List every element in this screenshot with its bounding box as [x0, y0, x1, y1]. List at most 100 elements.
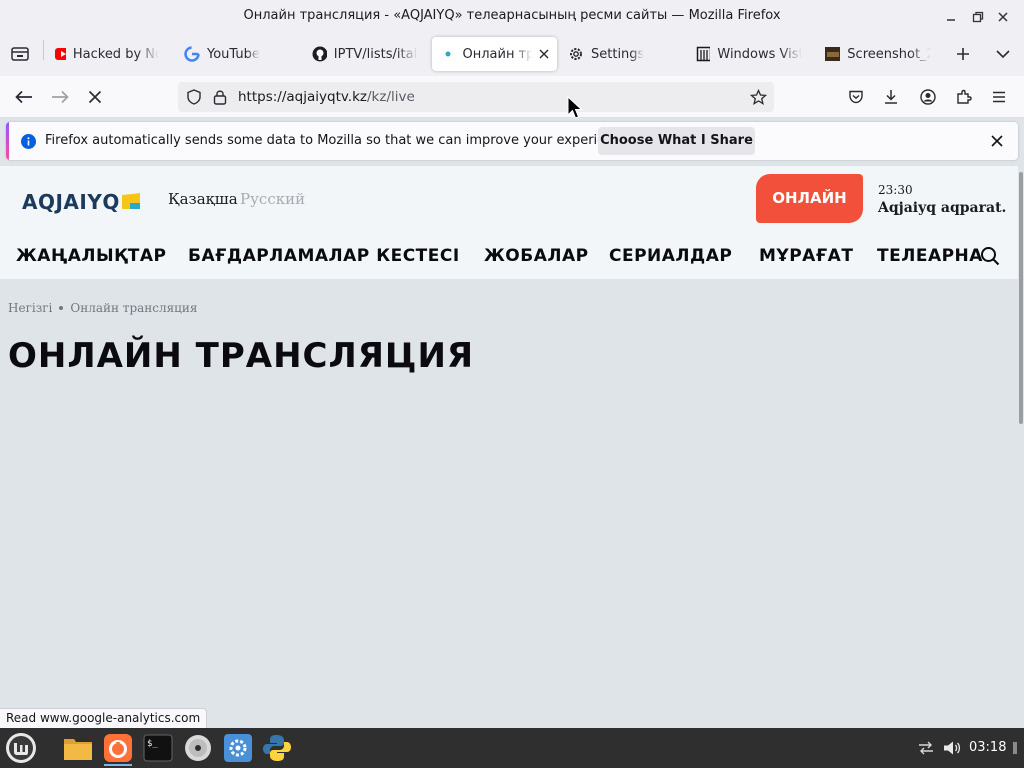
- terminal-app[interactable]: $_: [140, 730, 176, 766]
- url-path: /kz/live: [367, 89, 415, 105]
- pocket-icon: [849, 90, 863, 104]
- tab-label: Screenshot_2: [847, 46, 931, 62]
- mint-menu-icon: [6, 733, 36, 763]
- breadcrumb-current: Онлайн трансляция: [70, 301, 198, 315]
- github-icon: [312, 46, 327, 62]
- bookmark-star-icon[interactable]: [750, 89, 767, 105]
- tab-screenshot[interactable]: Screenshot_2: [817, 37, 939, 71]
- tab-youtube[interactable]: YouTube: [176, 37, 298, 71]
- python-app[interactable]: [259, 730, 295, 766]
- building-icon: [696, 46, 711, 62]
- site-header: AQJAIYQ Қазақша Русский ОНЛАЙН 23:30 Aqj…: [0, 166, 1018, 279]
- scrollbar-thumb[interactable]: [1019, 172, 1023, 424]
- settings-app[interactable]: [220, 730, 256, 766]
- google-icon: [184, 46, 200, 62]
- disc-icon: [185, 735, 211, 761]
- close-notification-icon[interactable]: [991, 135, 1003, 147]
- tab-iptv[interactable]: IPTV/lists/italy: [304, 37, 426, 71]
- plus-icon: [957, 48, 969, 60]
- tab-separator: [43, 40, 44, 60]
- tab-overview-button[interactable]: [6, 40, 34, 68]
- puzzle-icon: [957, 89, 972, 104]
- chevron-down-icon: [996, 50, 1010, 59]
- tab-hacked[interactable]: Hacked by Noname: [47, 37, 167, 71]
- menu-item-archive[interactable]: МҰРАҒАТ: [759, 246, 853, 266]
- files-app[interactable]: [60, 730, 96, 766]
- data-sharing-notification: Firefox automatically sends some data to…: [6, 122, 1018, 160]
- main-menu: ЖАҢАЛЫҚТАР БАҒДАРЛАМАЛАР КЕСТЕСІ ЖОБАЛАР…: [16, 246, 986, 270]
- close-icon: [998, 12, 1008, 22]
- stop-loading-button[interactable]: [81, 83, 109, 111]
- menu-item-series[interactable]: СЕРИАЛДАР: [609, 246, 732, 266]
- window-title: Онлайн трансляция - «AQJAIYQ» телеарнасы…: [243, 8, 781, 23]
- notification-accent: [6, 122, 9, 160]
- close-window-button[interactable]: [992, 6, 1014, 28]
- url-host: https://aqjaiyqtv.kz: [238, 89, 367, 105]
- mint-menu-button[interactable]: [3, 730, 39, 766]
- new-tab-button[interactable]: [949, 40, 977, 68]
- downloads-button[interactable]: [877, 83, 905, 111]
- breadcrumb-separator: [59, 306, 64, 310]
- url-text[interactable]: https://aqjaiyqtv.kz/kz/live: [238, 89, 415, 105]
- mouse-cursor-icon: [567, 96, 583, 119]
- minimize-button[interactable]: [940, 6, 962, 28]
- breadcrumb-home-link[interactable]: Негізгі: [8, 301, 52, 315]
- tab-label: Онлайн трансляция: [462, 46, 533, 62]
- online-button[interactable]: ОНЛАЙН: [756, 174, 863, 223]
- tracking-shield-icon[interactable]: [186, 89, 202, 105]
- tab-live[interactable]: Онлайн трансляция: [432, 37, 557, 71]
- image-icon: [825, 47, 841, 61]
- python-icon: [263, 735, 291, 761]
- settings-app-icon: [224, 734, 252, 762]
- search-icon[interactable]: [980, 246, 1000, 266]
- breadcrumb: Негізгі Онлайн трансляция: [8, 301, 197, 315]
- tab-overview-icon: [11, 47, 29, 61]
- maximize-button[interactable]: [967, 6, 989, 28]
- address-bar[interactable]: https://aqjaiyqtv.kz/kz/live: [178, 82, 774, 112]
- page-title: ОНЛАЙН ТРАНСЛЯЦИЯ: [8, 336, 475, 376]
- disc-app[interactable]: [180, 730, 216, 766]
- notification-text: Firefox automatically sends some data to…: [45, 133, 633, 148]
- web-page: AQJAIYQ Қазақша Русский ОНЛАЙН 23:30 Aqj…: [0, 166, 1018, 728]
- menu-item-projects[interactable]: ЖОБАЛАР: [484, 246, 589, 266]
- menu-item-channel[interactable]: ТЕЛЕАРНА: [877, 246, 983, 266]
- close-tab-icon[interactable]: [539, 49, 549, 59]
- tab-settings[interactable]: Settings: [560, 37, 682, 71]
- firefox-icon: [104, 734, 132, 762]
- tab-label: Settings: [591, 46, 645, 62]
- show-desktop-icon[interactable]: [1013, 742, 1017, 754]
- choose-what-i-share-button[interactable]: Choose What I Share: [598, 127, 755, 155]
- tab-label: YouTube: [207, 46, 260, 62]
- firefox-app[interactable]: [100, 730, 136, 766]
- gear-icon: [570, 48, 582, 60]
- back-button[interactable]: [10, 83, 38, 111]
- app-menu-button[interactable]: [985, 83, 1013, 111]
- extensions-button[interactable]: [950, 83, 978, 111]
- network-icon[interactable]: [917, 740, 935, 756]
- minimize-icon: [947, 19, 955, 21]
- tab-strip: Hacked by Noname YouTube IPTV/lists/ital…: [0, 34, 1024, 76]
- site-logo[interactable]: AQJAIYQ: [22, 190, 120, 214]
- account-button[interactable]: [914, 83, 942, 111]
- window-titlebar: Онлайн трансляция - «AQJAIYQ» телеарнасы…: [0, 0, 1024, 34]
- download-icon: [885, 90, 897, 104]
- lang-kazakh-link[interactable]: Қазақша: [168, 190, 238, 208]
- menu-item-schedule[interactable]: БАҒДАРЛАМАЛАР КЕСТЕСІ: [188, 246, 460, 266]
- now-playing-time: 23:30: [878, 183, 913, 197]
- volume-icon[interactable]: [943, 740, 961, 756]
- menu-item-news[interactable]: ЖАҢАЛЫҚТАР: [16, 246, 167, 266]
- list-all-tabs-button[interactable]: [989, 40, 1017, 68]
- taskbar: $_ 03:18: [0, 728, 1024, 768]
- forward-button[interactable]: [46, 83, 74, 111]
- clock[interactable]: 03:18: [969, 740, 1006, 755]
- arrow-right-icon: [52, 90, 69, 104]
- nav-toolbar: https://aqjaiyqtv.kz/kz/live: [0, 76, 1024, 118]
- tab-windows-vista[interactable]: Windows Vista: [688, 37, 810, 71]
- lock-icon[interactable]: [213, 89, 227, 105]
- pocket-button[interactable]: [842, 83, 870, 111]
- now-playing-program: Aqjaiyq aqparat.: [878, 200, 1007, 216]
- lang-russian-link[interactable]: Русский: [240, 190, 305, 208]
- stop-icon: [88, 90, 102, 104]
- youtube-icon: [55, 48, 66, 60]
- hamburger-icon: [993, 91, 1005, 103]
